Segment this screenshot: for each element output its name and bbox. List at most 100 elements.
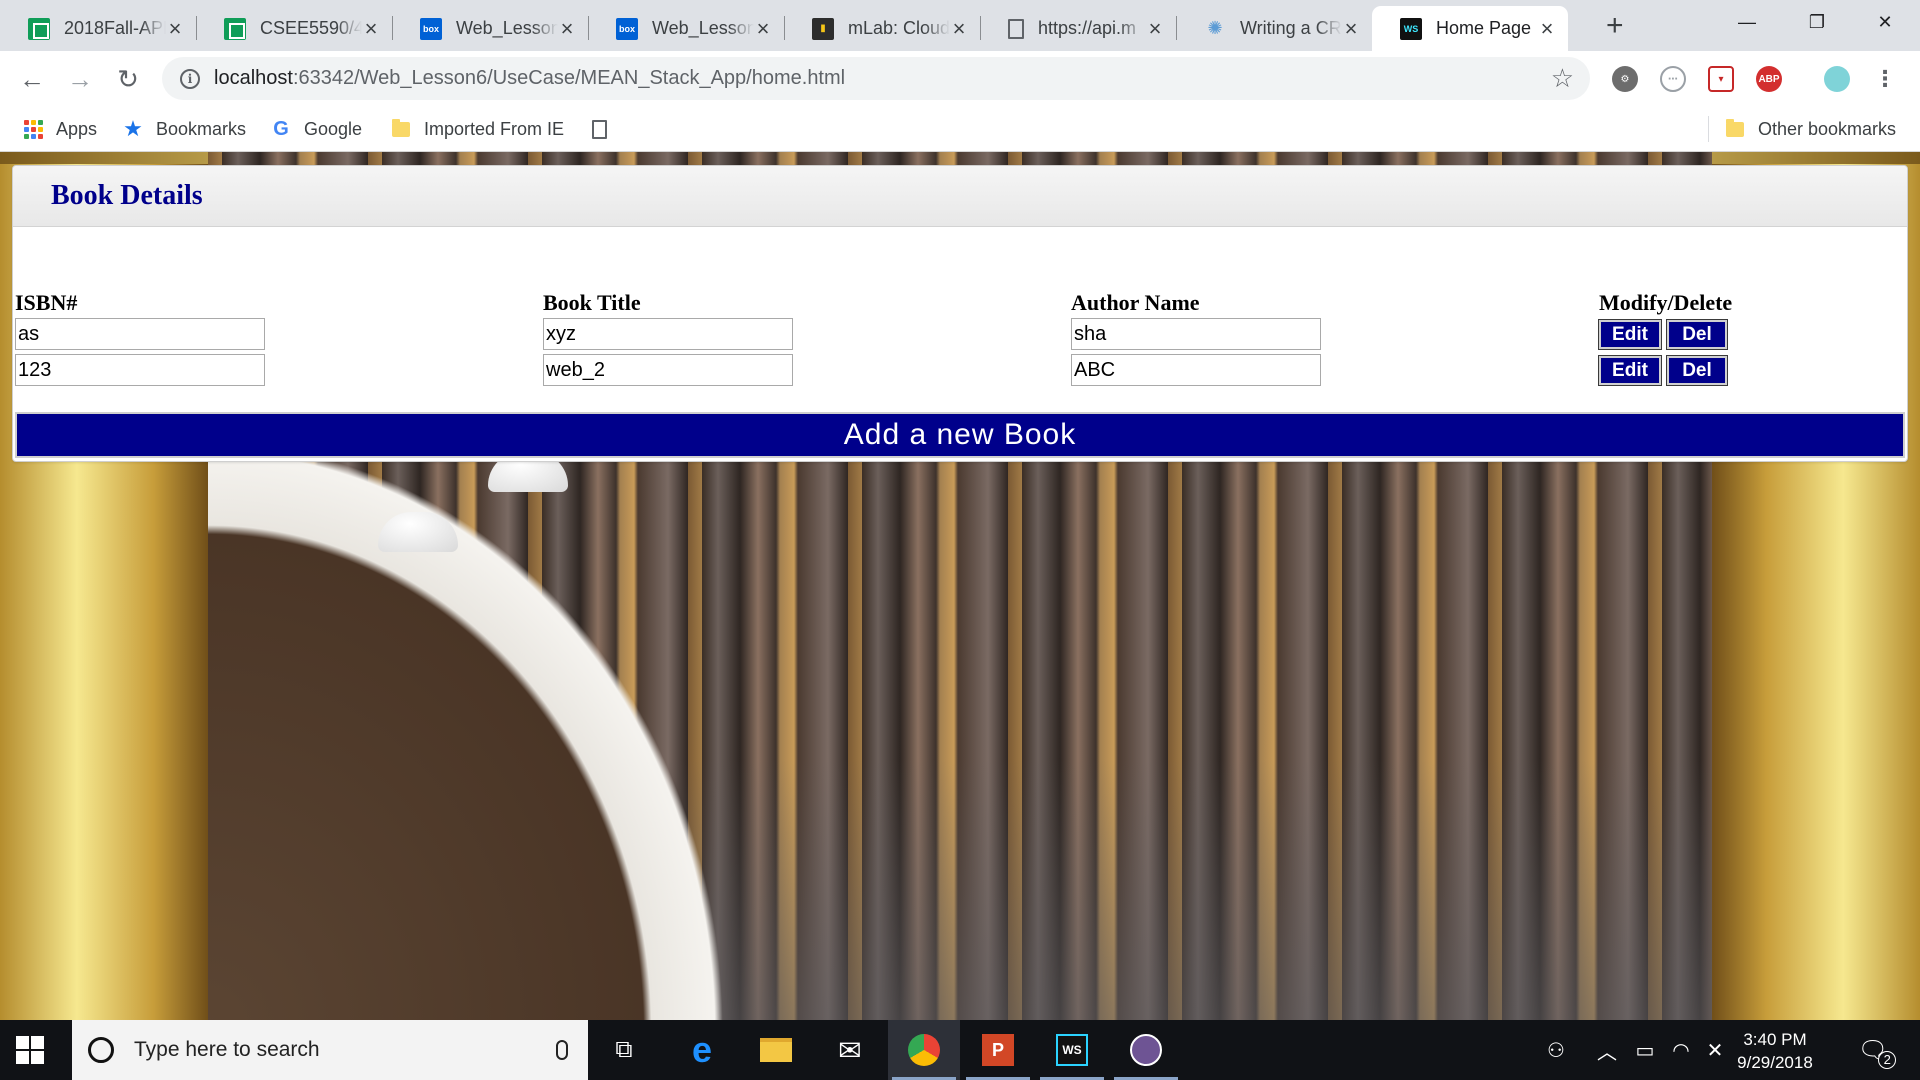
table-row: EditDel xyxy=(15,316,1899,352)
file-explorer-icon[interactable] xyxy=(740,1020,812,1080)
bookmark-bookmarks[interactable]: ★ Bookmarks xyxy=(122,114,246,144)
extension-icon[interactable]: ⋯ xyxy=(1660,66,1686,92)
menu-icon[interactable]: ⋮ xyxy=(1872,66,1898,92)
tab-writing-a-cr[interactable]: ✺ Writing a CR × xyxy=(1176,6,1372,51)
tab-mlab[interactable]: ▮ mLab: Cloud × xyxy=(784,6,980,51)
chevron-up-icon[interactable]: ︿ xyxy=(1592,1020,1622,1080)
powerpoint-icon[interactable]: P xyxy=(962,1020,1034,1080)
adblock-icon[interactable]: ABP xyxy=(1756,66,1782,92)
books-table: ISBN# Book Title Author Name Modify/Dele… xyxy=(15,286,1899,388)
edit-button[interactable]: Edit xyxy=(1598,318,1662,350)
edit-button[interactable]: Edit xyxy=(1598,354,1662,386)
url-path: :63342/Web_Lesson6/UseCase/MEAN_Stack_Ap… xyxy=(292,67,846,89)
reload-icon[interactable]: ↻ xyxy=(110,61,146,97)
edge-icon[interactable]: e xyxy=(666,1020,738,1080)
webstorm-icon[interactable]: WS xyxy=(1036,1020,1108,1080)
webstorm-icon: WS xyxy=(1400,17,1422,40)
bookmark-label: Apps xyxy=(56,118,98,139)
info-icon[interactable]: i xyxy=(180,68,200,89)
tab-title: Home Page xyxy=(1436,18,1532,38)
bookmark-divider xyxy=(1708,116,1709,142)
task-view-icon[interactable]: ⧉ xyxy=(588,1020,660,1080)
book-title-input[interactable] xyxy=(543,318,793,350)
book-details-panel: Book Details ISBN# Book Title Author Nam… xyxy=(12,165,1908,462)
isbn-input[interactable] xyxy=(15,318,265,350)
tab-csee5590[interactable]: CSEE5590/49 × xyxy=(196,6,392,51)
github-icon[interactable] xyxy=(1110,1020,1182,1080)
pocket-icon[interactable]: ▾ xyxy=(1708,66,1734,92)
box-icon: box xyxy=(420,17,442,40)
bookmark-page[interactable] xyxy=(588,114,622,144)
close-icon[interactable]: × xyxy=(362,17,380,40)
delete-button[interactable]: Del xyxy=(1666,354,1728,386)
tab-title: Writing a CR xyxy=(1240,18,1342,38)
bookmark-other[interactable]: Other bookmarks xyxy=(1724,114,1896,144)
box-icon: box xyxy=(616,17,638,40)
bookmark-label: Other bookmarks xyxy=(1758,118,1897,139)
tab-home-page[interactable]: WS Home Page × xyxy=(1372,6,1568,51)
close-icon[interactable]: × xyxy=(1146,17,1164,40)
restore-button[interactable]: ❐ xyxy=(1782,0,1852,44)
bookmarks-bar: Apps ★ Bookmarks G Google Imported From … xyxy=(0,106,1920,152)
star-icon: ★ xyxy=(123,116,143,141)
delete-button[interactable]: Del xyxy=(1666,318,1728,350)
wifi-icon[interactable]: ◠ xyxy=(1664,1020,1698,1080)
chrome-icon[interactable] xyxy=(888,1020,960,1080)
author-name-input[interactable] xyxy=(1071,318,1321,350)
bookmark-star-icon[interactable]: ☆ xyxy=(1551,63,1574,94)
sheets-icon xyxy=(28,17,50,40)
tab-title: mLab: Cloud xyxy=(848,18,950,38)
close-icon[interactable]: × xyxy=(950,17,968,40)
bookmark-label: Imported From IE xyxy=(424,118,565,139)
windows-start-icon[interactable] xyxy=(16,1036,44,1064)
tab-title: Web_Lesson xyxy=(456,18,558,38)
close-icon[interactable]: × xyxy=(1538,17,1556,40)
table-header-row: ISBN# Book Title Author Name Modify/Dele… xyxy=(15,286,1899,316)
address-bar[interactable]: i localhost:63342/Web_Lesson6/UseCase/ME… xyxy=(162,57,1590,100)
close-window-button[interactable]: ✕ xyxy=(1850,0,1920,44)
minimize-button[interactable]: — xyxy=(1712,0,1782,44)
extension-icon[interactable]: ⚙ xyxy=(1612,66,1638,92)
clock-date: 9/29/2018 xyxy=(1737,1053,1813,1072)
bookmark-imported-from-ie[interactable]: Imported From IE xyxy=(390,114,564,144)
table-row: EditDel xyxy=(15,352,1899,388)
close-icon[interactable]: × xyxy=(558,17,576,40)
close-icon[interactable]: × xyxy=(754,17,772,40)
folder-icon xyxy=(1724,118,1746,140)
author-name-input[interactable] xyxy=(1071,354,1321,386)
bookmark-label: Google xyxy=(304,118,363,139)
microphone-icon[interactable] xyxy=(556,1040,568,1060)
bookmark-google[interactable]: G Google xyxy=(270,114,362,144)
taskbar-clock[interactable]: 3:40 PM 9/29/2018 xyxy=(1720,1028,1830,1074)
windows-taskbar: Type here to search ⧉ e ✉ P WS ⚇ ︿ ▭ ◠ ✕… xyxy=(0,1020,1920,1080)
close-icon[interactable]: × xyxy=(1342,17,1360,40)
tab-web-lesson-2[interactable]: box Web_Lesson × xyxy=(588,6,784,51)
tab-2018fall-apl[interactable]: 2018Fall-APL × xyxy=(0,6,196,51)
people-icon[interactable]: ⚇ xyxy=(1536,1020,1576,1080)
close-icon[interactable]: × xyxy=(166,17,184,40)
bookmark-apps[interactable]: Apps xyxy=(22,114,97,144)
url-text[interactable]: localhost:63342/Web_Lesson6/UseCase/MEAN… xyxy=(214,67,1551,90)
tab-web-lesson-1[interactable]: box Web_Lesson × xyxy=(392,6,588,51)
sun-icon: ✺ xyxy=(1207,18,1223,38)
tab-title: 2018Fall-APL xyxy=(64,18,166,38)
google-icon: G xyxy=(273,117,289,140)
back-icon[interactable]: ← xyxy=(14,61,50,97)
notification-count: 2 xyxy=(1878,1050,1897,1069)
folder-icon xyxy=(390,118,412,140)
notifications-icon[interactable]: 🗨 2 xyxy=(1848,1020,1898,1080)
sheets-icon xyxy=(224,17,246,40)
profile-avatar[interactable] xyxy=(1824,66,1850,92)
url-host: localhost xyxy=(214,67,293,89)
taskbar-search-box[interactable]: Type here to search xyxy=(72,1020,588,1080)
add-new-book-button[interactable]: Add a new Book xyxy=(15,412,1905,458)
new-tab-button[interactable]: + xyxy=(1606,6,1624,46)
forward-icon[interactable]: → xyxy=(62,61,98,97)
isbn-input[interactable] xyxy=(15,354,265,386)
tab-api[interactable]: https://api.m × xyxy=(980,6,1176,51)
document-icon xyxy=(1008,18,1024,39)
book-title-input[interactable] xyxy=(543,354,793,386)
battery-icon[interactable]: ▭ xyxy=(1628,1020,1662,1080)
column-header: Modify/Delete xyxy=(1599,290,1733,315)
mail-icon[interactable]: ✉ xyxy=(814,1020,886,1080)
